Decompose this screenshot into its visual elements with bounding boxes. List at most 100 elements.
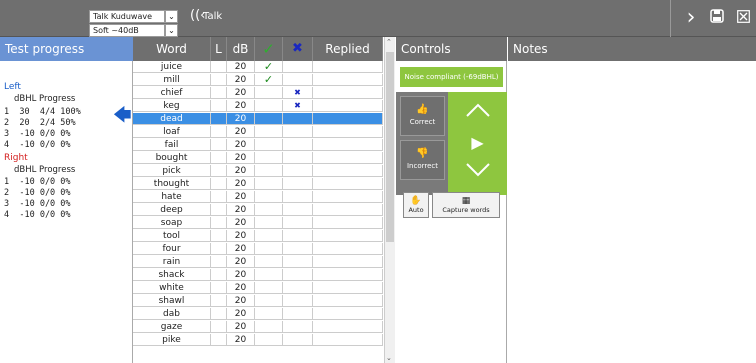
chevron-up-icon[interactable] (448, 98, 507, 128)
chevron-down-icon[interactable]: ⌄ (165, 10, 178, 23)
notes-area[interactable] (508, 61, 756, 363)
correct-cell[interactable] (255, 282, 283, 294)
correct-cell[interactable] (255, 308, 283, 320)
correct-cell[interactable] (255, 217, 283, 229)
chevron-down-icon[interactable]: ⌄ (165, 24, 178, 37)
db-cell[interactable]: 20 (227, 113, 255, 125)
db-cell[interactable]: 20 (227, 139, 255, 151)
l-cell[interactable] (211, 126, 227, 138)
replied-cell[interactable] (313, 230, 383, 242)
word-cell[interactable]: dead (133, 113, 211, 125)
db-cell[interactable]: 20 (227, 256, 255, 268)
l-cell[interactable] (211, 87, 227, 99)
word-cell[interactable]: dab (133, 308, 211, 320)
db-cell[interactable]: 20 (227, 178, 255, 190)
word-cell[interactable]: mill (133, 74, 211, 86)
db-cell[interactable]: 20 (227, 165, 255, 177)
word-cell[interactable]: shawl (133, 295, 211, 307)
word-cell[interactable]: thought (133, 178, 211, 190)
incorrect-cell[interactable] (283, 230, 313, 242)
replied-cell[interactable] (313, 61, 383, 73)
col-replied-header[interactable]: Replied (313, 37, 383, 61)
l-cell[interactable] (211, 308, 227, 320)
correct-cell[interactable] (255, 230, 283, 242)
left-progress-row[interactable]: 3 -10 0/0 0% (4, 129, 71, 139)
table-row[interactable]: hate 20 (133, 191, 383, 203)
correct-cell[interactable] (255, 178, 283, 190)
left-progress-row[interactable]: 4 -10 0/0 0% (4, 140, 71, 150)
incorrect-cell[interactable] (283, 61, 313, 73)
db-cell[interactable]: 20 (227, 61, 255, 73)
l-cell[interactable] (211, 204, 227, 216)
db-cell[interactable]: 20 (227, 152, 255, 164)
replied-cell[interactable] (313, 74, 383, 86)
incorrect-cell[interactable] (283, 217, 313, 229)
auto-button[interactable]: ✋ Auto (403, 192, 429, 218)
chevron-down-icon[interactable] (448, 158, 507, 188)
l-cell[interactable] (211, 334, 227, 346)
replied-cell[interactable] (313, 308, 383, 320)
l-cell[interactable] (211, 269, 227, 281)
word-table-scrollbar[interactable]: ⌃ ⌄ (384, 37, 395, 363)
replied-cell[interactable] (313, 178, 383, 190)
talk-button[interactable]: Talk (203, 11, 222, 22)
table-row[interactable]: keg 20 ✖ (133, 100, 383, 112)
table-row[interactable]: bought 20 (133, 152, 383, 164)
word-cell[interactable]: gaze (133, 321, 211, 333)
l-cell[interactable] (211, 178, 227, 190)
correct-cell[interactable] (255, 100, 283, 112)
correct-cell[interactable] (255, 165, 283, 177)
word-cell[interactable]: pike (133, 334, 211, 346)
l-cell[interactable] (211, 321, 227, 333)
correct-cell[interactable] (255, 87, 283, 99)
table-row[interactable]: fail 20 (133, 139, 383, 151)
word-cell[interactable]: rain (133, 256, 211, 268)
word-cell[interactable]: deep (133, 204, 211, 216)
save-icon[interactable] (708, 8, 726, 28)
incorrect-cell[interactable] (283, 126, 313, 138)
l-cell[interactable] (211, 217, 227, 229)
chevron-right-icon[interactable]: › (681, 7, 701, 29)
db-cell[interactable]: 20 (227, 282, 255, 294)
correct-cell[interactable]: ✓ (255, 74, 283, 86)
l-cell[interactable] (211, 152, 227, 164)
incorrect-cell[interactable]: ✖ (283, 87, 313, 99)
replied-cell[interactable] (313, 100, 383, 112)
col-db-header[interactable]: dB (227, 37, 255, 61)
col-word-header[interactable]: Word (133, 37, 211, 61)
word-cell[interactable]: loaf (133, 126, 211, 138)
level-select[interactable]: Soft ~40dB ⌄ (89, 24, 178, 37)
l-cell[interactable] (211, 113, 227, 125)
replied-cell[interactable] (313, 152, 383, 164)
col-l-header[interactable]: L (211, 37, 227, 61)
table-row[interactable]: thought 20 (133, 178, 383, 190)
l-cell[interactable] (211, 282, 227, 294)
table-row[interactable]: shawl 20 (133, 295, 383, 307)
db-cell[interactable]: 20 (227, 217, 255, 229)
word-cell[interactable]: keg (133, 100, 211, 112)
correct-cell[interactable] (255, 113, 283, 125)
l-cell[interactable] (211, 295, 227, 307)
word-cell[interactable]: soap (133, 217, 211, 229)
replied-cell[interactable] (313, 139, 383, 151)
word-cell[interactable]: chief (133, 87, 211, 99)
l-cell[interactable] (211, 256, 227, 268)
correct-cell[interactable] (255, 152, 283, 164)
table-row[interactable]: rain 20 (133, 256, 383, 268)
word-cell[interactable]: bought (133, 152, 211, 164)
correct-cell[interactable] (255, 191, 283, 203)
incorrect-cell[interactable] (283, 295, 313, 307)
table-row[interactable]: loaf 20 (133, 126, 383, 138)
scroll-down-icon[interactable]: ⌄ (386, 354, 392, 362)
right-progress-row[interactable]: 3 -10 0/0 0% (4, 199, 71, 209)
correct-cell[interactable] (255, 126, 283, 138)
incorrect-cell[interactable] (283, 152, 313, 164)
cross-icon[interactable]: ✖ (283, 37, 313, 61)
capture-words-button[interactable]: ▦ Capture words (432, 192, 500, 218)
db-cell[interactable]: 20 (227, 308, 255, 320)
l-cell[interactable] (211, 139, 227, 151)
db-cell[interactable]: 20 (227, 87, 255, 99)
replied-cell[interactable] (313, 165, 383, 177)
right-progress-row[interactable]: 4 -10 0/0 0% (4, 210, 71, 220)
word-cell[interactable]: pick (133, 165, 211, 177)
